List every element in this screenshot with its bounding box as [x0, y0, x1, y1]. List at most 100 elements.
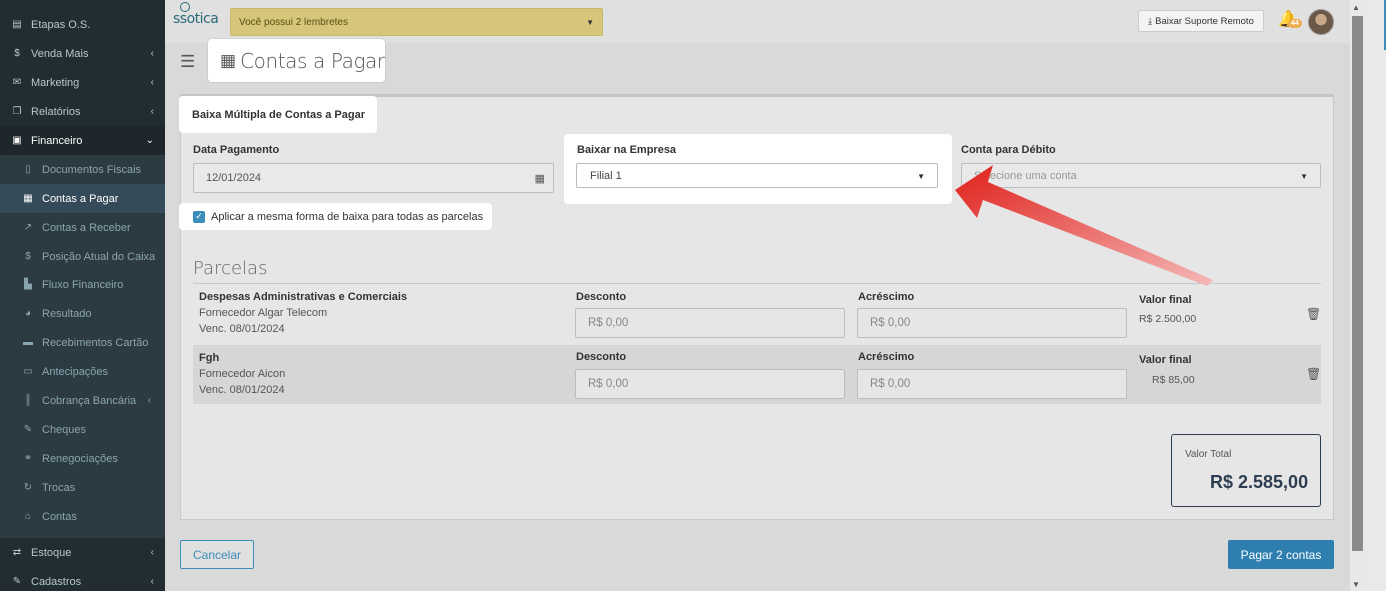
- sidebar-item-marketing[interactable]: ✉ Marketing ‹: [0, 68, 165, 97]
- data-pagamento-input[interactable]: 12/01/2024 ▦: [193, 163, 554, 193]
- parcela-vencimento: Venc. 08/01/2024: [199, 384, 285, 396]
- desconto-input[interactable]: R$ 0,00: [575, 308, 845, 338]
- sidebar-subitem-label: Contas a Receber: [42, 221, 131, 234]
- trash-icon[interactable]: 🗑: [1306, 307, 1321, 321]
- total-label: Valor Total: [1185, 449, 1232, 460]
- reminder-count: 2 lembretes: [295, 16, 348, 28]
- sidebar-subitem-contas-a-receber[interactable]: ↗ Contas a Receber: [0, 213, 165, 242]
- sidebar-item-estoque[interactable]: ⇄ Estoque ‹: [0, 538, 165, 567]
- sidebar-item-label: Etapas O.S.: [31, 18, 91, 31]
- edit-icon: ✎: [23, 424, 33, 435]
- acrescimo-input[interactable]: R$ 0,00: [857, 369, 1127, 399]
- desconto-value: R$ 0,00: [588, 317, 629, 329]
- reminder-dropdown[interactable]: Você possui 2 lembretes ▼: [230, 8, 603, 36]
- dollar-icon: $: [14, 48, 20, 59]
- sidebar-subitem-contas[interactable]: ⌂ Contas: [0, 502, 165, 531]
- logo-text: ssotica: [173, 11, 219, 27]
- edit-icon: ✎: [12, 576, 22, 587]
- sidebar-submenu-end: [0, 531, 165, 538]
- refresh-icon: ↻: [23, 482, 33, 493]
- chevron-left-icon: ‹: [150, 48, 154, 59]
- sidebar-item-label: Cadastros: [31, 575, 82, 588]
- sidebar-item-relatorios[interactable]: ❐ Relatórios ‹: [0, 97, 165, 126]
- empresa-value: Filial 1: [590, 169, 622, 182]
- valor-final-label: Valor final: [1139, 294, 1192, 306]
- hamburger-menu-icon[interactable]: ☰: [180, 52, 195, 72]
- acrescimo-label: Acréscimo: [858, 291, 915, 303]
- sidebar-item-label: Venda Mais: [31, 47, 89, 60]
- sidebar-subitem-cheques[interactable]: ✎ Cheques: [0, 415, 165, 444]
- trash-icon[interactable]: 🗑: [1306, 367, 1321, 381]
- same-payment-checkbox-row[interactable]: ✓ Aplicar a mesma forma de baixa para to…: [179, 203, 492, 230]
- parcela-fornecedor: Fornecedor Algar Telecom: [199, 307, 328, 319]
- caret-down-icon: ▼: [586, 18, 594, 27]
- calculator-icon: ▦: [23, 193, 33, 204]
- sidebar-subitem-renegociacoes[interactable]: ⚭ Renegociações: [0, 444, 165, 473]
- calendar-icon[interactable]: ▦: [535, 172, 545, 185]
- sidebar-subitem-posicao-caixa[interactable]: $ Posição Atual do Caixa: [0, 242, 165, 271]
- sidebar-subitem-documentos-fiscais[interactable]: ▯ Documentos Fiscais: [0, 155, 165, 184]
- sidebar-subitem-cobranca-bancaria[interactable]: ║ Cobrança Bancária ‹: [0, 386, 165, 415]
- exchange-icon: ⇄: [12, 547, 22, 558]
- sidebar-subitem-trocas[interactable]: ↻ Trocas: [0, 473, 165, 502]
- cancel-button[interactable]: Cancelar: [180, 540, 254, 569]
- desconto-input[interactable]: R$ 0,00: [575, 369, 845, 399]
- valor-final-value: R$ 85,00: [1152, 374, 1195, 386]
- pie-chart-icon: ◕: [24, 308, 32, 319]
- download-support-label: Baixar Suporte Remoto: [1155, 15, 1254, 27]
- sidebar-subitem-antecipacoes[interactable]: ▭ Antecipações: [0, 357, 165, 386]
- download-support-button[interactable]: ⤓ Baixar Suporte Remoto: [1138, 10, 1264, 32]
- acrescimo-input[interactable]: R$ 0,00: [857, 308, 1127, 338]
- sidebar-subitem-recebimentos-cartao[interactable]: ▬ Recebimentos Cartão: [0, 328, 165, 357]
- acrescimo-label: Acréscimo: [858, 351, 915, 363]
- sidebar-subitem-label: Cheques: [42, 423, 87, 436]
- dollar-icon: $: [25, 251, 31, 262]
- checkbox-checked-icon[interactable]: ✓: [193, 210, 205, 223]
- logo[interactable]: ssotica: [173, 2, 219, 27]
- chevron-left-icon: ‹: [150, 547, 154, 558]
- handshake-icon: ⚭: [23, 453, 33, 464]
- document-icon: ▯: [25, 164, 31, 175]
- sidebar-subitem-resultado[interactable]: ◕ Resultado: [0, 299, 165, 328]
- page-title: ▦ Contas a Pagar: [208, 39, 385, 82]
- area-chart-icon: ▙: [24, 279, 32, 290]
- data-pagamento-value: 12/01/2024: [206, 172, 262, 184]
- sidebar-item-financeiro[interactable]: ▣ Financeiro ⌄: [0, 126, 165, 155]
- scrollbar-thumb[interactable]: [1352, 16, 1363, 551]
- total-box: [1171, 434, 1321, 507]
- parcelas-title: Parcelas: [193, 258, 268, 279]
- parcela-title: Fgh: [199, 352, 220, 364]
- sidebar-subitem-label: Trocas: [42, 481, 76, 494]
- chevron-left-icon: ‹: [150, 106, 154, 117]
- parcela-vencimento: Venc. 08/01/2024: [199, 323, 285, 335]
- scroll-up-icon[interactable]: ▲: [1352, 3, 1360, 12]
- acrescimo-value: R$ 0,00: [870, 317, 911, 329]
- caret-down-icon: ▼: [917, 172, 925, 181]
- empresa-select[interactable]: Filial 1 ▼: [576, 163, 938, 188]
- avatar[interactable]: [1308, 9, 1334, 35]
- calculator-icon: ▦: [220, 50, 237, 70]
- sidebar-top-cut: [0, 0, 165, 10]
- parcela-fornecedor: Fornecedor Aicon: [199, 368, 286, 380]
- sidebar-subitem-fluxo-financeiro[interactable]: ▙ Fluxo Financeiro: [0, 270, 165, 299]
- sidebar-subitem-contas-a-pagar[interactable]: ▦ Contas a Pagar: [0, 184, 165, 213]
- sidebar-item-etapas-os[interactable]: ▤ Etapas O.S.: [0, 10, 165, 39]
- sidebar-item-label: Relatórios: [31, 105, 81, 118]
- credit-card-icon: ▬: [23, 337, 33, 348]
- sidebar-subitem-label: Antecipações: [42, 365, 109, 378]
- scroll-down-icon[interactable]: ▼: [1352, 580, 1360, 589]
- copy-icon: ❐: [12, 106, 22, 117]
- logo-mark-icon: [180, 2, 190, 12]
- page-title-text: Contas a Pagar: [240, 48, 385, 73]
- pay-button[interactable]: Pagar 2 contas: [1228, 540, 1334, 569]
- bank-icon: ⌂: [24, 511, 32, 522]
- sidebar-item-cadastros[interactable]: ✎ Cadastros ‹: [0, 567, 165, 591]
- acrescimo-value: R$ 0,00: [870, 378, 911, 390]
- topbar: ssotica Você possui 2 lembretes ▼ ⤓ Baix…: [165, 0, 1350, 43]
- sidebar-subitem-label: Fluxo Financeiro: [42, 278, 124, 291]
- reminder-text: Você possui: [239, 16, 296, 28]
- notification-bell[interactable]: 🔔 44: [1278, 9, 1302, 31]
- caret-down-icon: ▼: [1300, 172, 1308, 181]
- window-right-edge: [1366, 0, 1386, 591]
- sidebar-item-venda-mais[interactable]: $ Venda Mais ‹: [0, 39, 165, 68]
